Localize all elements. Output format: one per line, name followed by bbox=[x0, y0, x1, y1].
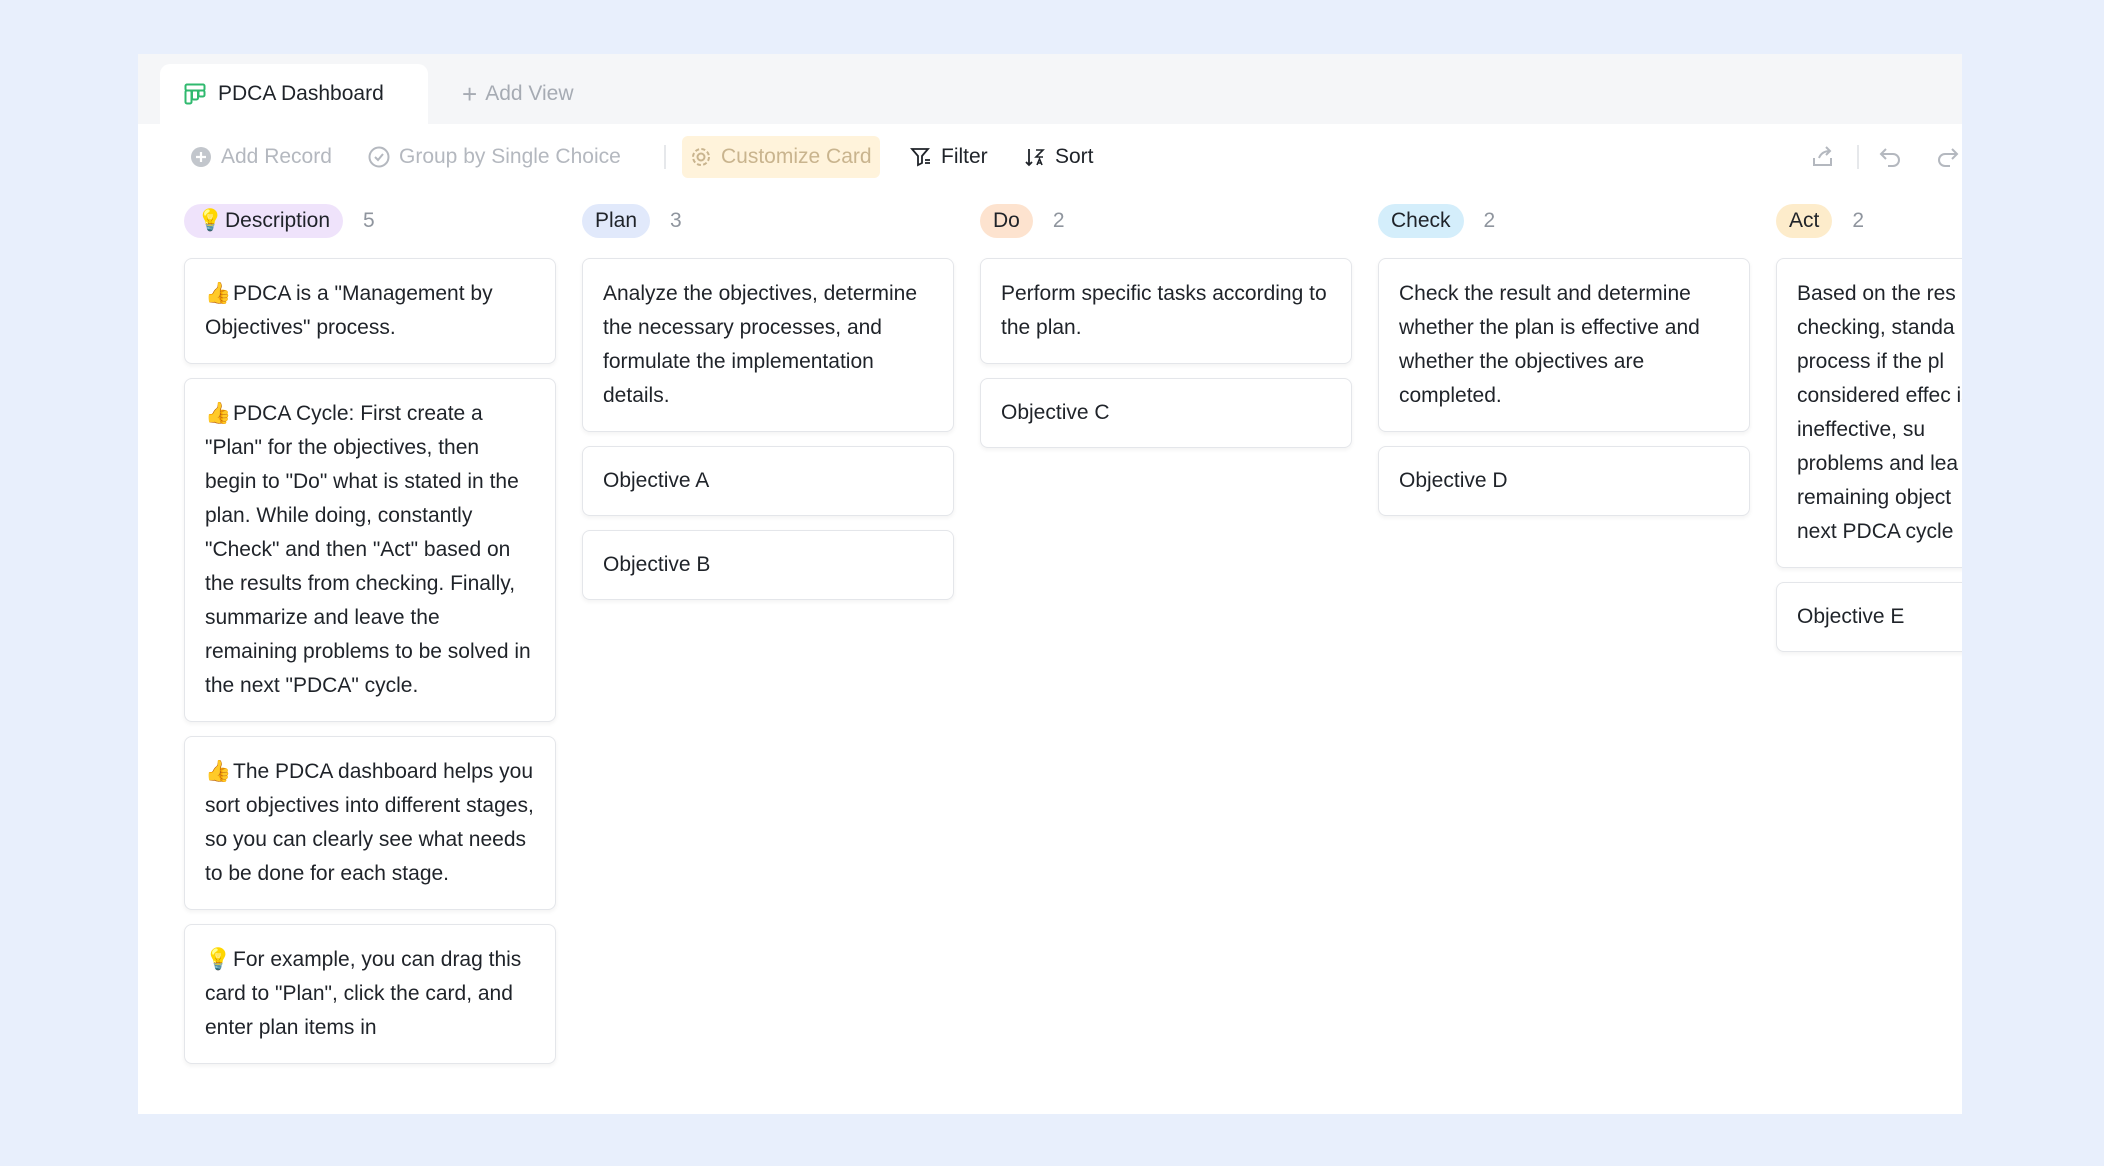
filter-button[interactable]: Filter bbox=[910, 136, 988, 178]
kanban-card[interactable]: Based on the res checking, standa proces… bbox=[1776, 258, 1962, 568]
group-label: Plan bbox=[595, 209, 638, 232]
kanban-card[interactable]: 👍PDCA is a "Management by Objectives" pr… bbox=[184, 258, 556, 364]
column-check: Check 2 Check the result and determine w… bbox=[1378, 202, 1750, 530]
thumbs-up-icon: 👍 bbox=[205, 282, 232, 305]
card-text: Check the result and determine whether t… bbox=[1399, 282, 1700, 407]
kanban-view-icon bbox=[184, 83, 206, 105]
check-circle-icon bbox=[368, 146, 390, 168]
column-header: Act 2 bbox=[1776, 202, 1962, 240]
add-record-label: Add Record bbox=[221, 145, 332, 168]
tab-label: PDCA Dashboard bbox=[218, 82, 384, 105]
customize-card-label: Customize Card bbox=[721, 145, 872, 168]
kanban-card[interactable]: Objective E bbox=[1776, 582, 1962, 652]
group-pill-do: Do bbox=[980, 204, 1033, 238]
gear-icon bbox=[690, 146, 712, 168]
group-count: 2 bbox=[1052, 209, 1065, 232]
group-pill-description: 💡 Description bbox=[184, 204, 344, 238]
column-act: Act 2 Based on the res checking, standa … bbox=[1776, 202, 1962, 666]
card-text: Objective B bbox=[603, 553, 711, 576]
group-count: 5 bbox=[363, 209, 375, 232]
kanban-card[interactable]: Objective B bbox=[582, 530, 954, 600]
share-icon[interactable] bbox=[1810, 144, 1836, 175]
card-text: Objective C bbox=[1001, 401, 1110, 424]
filter-icon bbox=[910, 146, 932, 168]
group-by-button[interactable]: Group by Single Choice bbox=[368, 136, 621, 178]
card-text: Perform specific tasks according to the … bbox=[1001, 282, 1327, 339]
group-label: Act bbox=[1789, 209, 1820, 232]
add-record-button[interactable]: Add Record bbox=[190, 136, 332, 178]
thumbs-up-icon: 👍 bbox=[205, 402, 232, 425]
tab-pdca-dashboard[interactable]: PDCA Dashboard bbox=[160, 64, 428, 124]
kanban-window: PDCA Dashboard + Add View Add Record Gro… bbox=[138, 54, 1962, 1114]
kanban-card[interactable]: 👍The PDCA dashboard helps you sort objec… bbox=[184, 736, 556, 910]
add-circle-icon bbox=[190, 146, 212, 168]
filter-label: Filter bbox=[941, 145, 988, 168]
column-do: Do 2 Perform specific tasks according to… bbox=[980, 202, 1352, 462]
sort-button[interactable]: Sort bbox=[1024, 136, 1094, 178]
add-view-button[interactable]: + Add View bbox=[462, 64, 574, 124]
kanban-card[interactable]: Check the result and determine whether t… bbox=[1378, 258, 1750, 432]
toolbar: Add Record Group by Single Choice Custom… bbox=[138, 136, 1962, 184]
column-header: Check 2 bbox=[1378, 202, 1750, 240]
group-count: 3 bbox=[670, 209, 682, 232]
group-label: Do bbox=[993, 209, 1020, 232]
card-text: Objective E bbox=[1797, 605, 1905, 628]
group-count: 2 bbox=[1852, 209, 1865, 232]
sort-icon bbox=[1024, 146, 1046, 168]
column-header: 💡 Description 5 bbox=[184, 202, 556, 240]
group-label: Check bbox=[1391, 209, 1451, 232]
lightbulb-icon: 💡 bbox=[197, 209, 224, 232]
group-label: Description bbox=[225, 209, 331, 232]
card-text: Objective A bbox=[603, 469, 710, 492]
redo-icon[interactable] bbox=[1934, 144, 1960, 175]
kanban-card[interactable]: Objective A bbox=[582, 446, 954, 516]
thumbs-up-icon: 👍 bbox=[205, 760, 232, 783]
kanban-card[interactable]: 👍PDCA Cycle: First create a "Plan" for t… bbox=[184, 378, 556, 722]
card-text: Based on the res checking, standa proces… bbox=[1797, 282, 1962, 543]
column-header: Plan 3 bbox=[582, 202, 954, 240]
customize-card-button[interactable]: Customize Card bbox=[682, 136, 880, 178]
group-by-label: Group by Single Choice bbox=[399, 145, 621, 168]
undo-icon[interactable] bbox=[1878, 144, 1904, 175]
card-text: For example, you can drag this card to "… bbox=[205, 948, 522, 1039]
card-text: PDCA Cycle: First create a "Plan" for th… bbox=[205, 402, 531, 697]
column-description: 💡 Description 5 👍PDCA is a "Management b… bbox=[184, 202, 556, 1078]
group-pill-act: Act bbox=[1776, 204, 1833, 238]
column-header: Do 2 bbox=[980, 202, 1352, 240]
sort-label: Sort bbox=[1055, 145, 1094, 168]
add-view-label: Add View bbox=[485, 82, 574, 105]
group-pill-plan: Plan bbox=[582, 204, 651, 238]
kanban-card[interactable]: Objective D bbox=[1378, 446, 1750, 516]
kanban-card[interactable]: Analyze the objectives, determine the ne… bbox=[582, 258, 954, 432]
kanban-card[interactable]: Objective C bbox=[980, 378, 1352, 448]
card-text: Objective D bbox=[1399, 469, 1508, 492]
view-tab-bar: PDCA Dashboard + Add View bbox=[138, 54, 1962, 124]
kanban-card[interactable]: 💡For example, you can drag this card to … bbox=[184, 924, 556, 1064]
plus-icon: + bbox=[462, 79, 478, 109]
lightbulb-icon: 💡 bbox=[205, 948, 232, 971]
toolbar-divider bbox=[664, 145, 666, 169]
card-text: Analyze the objectives, determine the ne… bbox=[603, 282, 918, 407]
kanban-card[interactable]: Perform specific tasks according to the … bbox=[980, 258, 1352, 364]
card-text: The PDCA dashboard helps you sort object… bbox=[205, 760, 534, 885]
toolbar-divider-right bbox=[1857, 145, 1859, 169]
group-count: 2 bbox=[1483, 209, 1496, 232]
column-plan: Plan 3 Analyze the objectives, determine… bbox=[582, 202, 954, 614]
card-text: PDCA is a "Management by Objectives" pro… bbox=[205, 282, 493, 339]
group-pill-check: Check bbox=[1378, 204, 1464, 238]
